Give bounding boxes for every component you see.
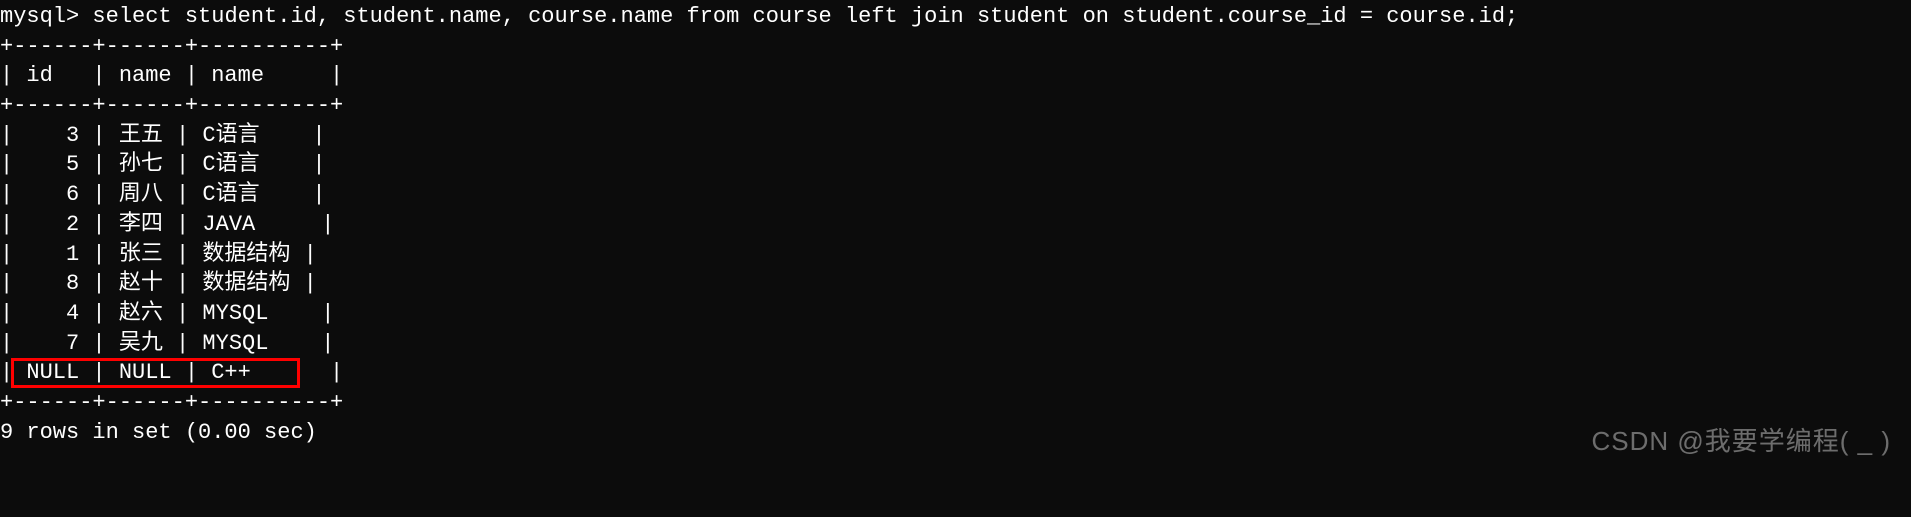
table-row: | 7 | 吴九 | MYSQL | [0,329,1911,359]
mysql-prompt: mysql> [0,4,92,29]
csdn-watermark: CSDN @我要学编程( _ ) [1591,424,1891,459]
table-row: | NULL | NULL | C++ | [0,358,1911,388]
table-header-row: | id | name | name | [0,61,1911,91]
table-row: | 4 | 赵六 | MYSQL | [0,299,1911,329]
table-top-border: +------+------+----------+ [0,32,1911,62]
table-row: | 8 | 赵十 | 数据结构 | [0,269,1911,299]
table-bottom-border: +------+------+----------+ [0,388,1911,418]
table-row: | 2 | 李四 | JAVA | [0,210,1911,240]
table-header-border: +------+------+----------+ [0,91,1911,121]
sql-prompt-line[interactable]: mysql> select student.id, student.name, … [0,2,1911,32]
table-row: | 1 | 张三 | 数据结构 | [0,240,1911,270]
table-row: | 6 | 周八 | C语言 | [0,180,1911,210]
sql-query: select student.id, student.name, course.… [92,4,1518,29]
table-row: | 3 | 王五 | C语言 | [0,121,1911,151]
table-row: | 5 | 孙七 | C语言 | [0,150,1911,180]
